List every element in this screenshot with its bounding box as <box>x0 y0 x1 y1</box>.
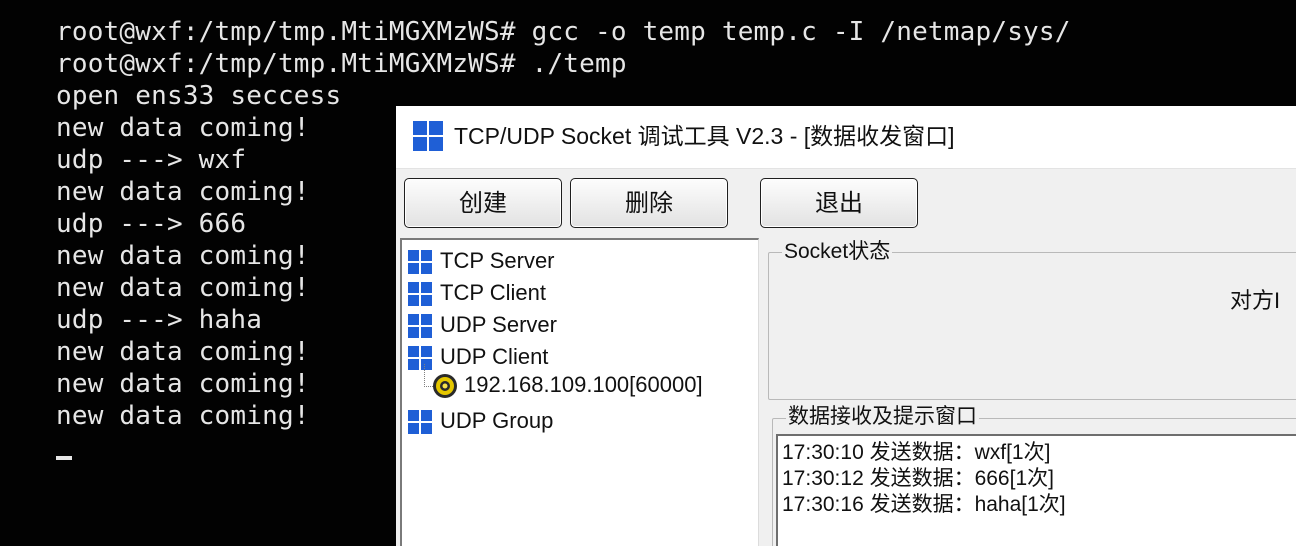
terminal-line: udp ---> wxf <box>56 145 247 175</box>
exit-button[interactable]: 退出 <box>760 178 918 228</box>
terminal-line: new data coming! <box>56 401 310 431</box>
log-line: 17:30:12 发送数据：666[1次] <box>782 467 1054 490</box>
tree-item-udp-server[interactable]: UDP Server <box>408 310 557 340</box>
terminal-line: root@wxf:/tmp/tmp.MtiMGXMzWS# ./temp <box>56 49 627 79</box>
socket-status-legend: Socket状态 <box>782 239 893 265</box>
terminal-line: new data coming! <box>56 113 310 143</box>
terminal-line: new data coming! <box>56 337 310 367</box>
delete-button[interactable]: 删除 <box>570 178 728 228</box>
tree-item-label: UDP Group <box>440 408 554 433</box>
socket-tool-window: TCP/UDP Socket 调试工具 V2.3 - [数据收发窗口] 创建 删… <box>396 106 1296 546</box>
receive-log[interactable]: 17:30:10 发送数据：wxf[1次] 17:30:12 发送数据：666[… <box>776 434 1296 546</box>
windows-grid-icon <box>413 121 443 151</box>
log-line: 17:30:16 发送数据：haha[1次] <box>782 493 1066 516</box>
terminal-line: new data coming! <box>56 241 310 271</box>
terminal-line: open ens33 seccess <box>56 81 342 111</box>
windows-grid-icon <box>408 410 432 435</box>
terminal-line: new data coming! <box>56 273 310 303</box>
tree-child-label: 192.168.109.100[60000] <box>464 372 703 397</box>
windows-grid-icon <box>408 314 432 339</box>
tree-item-udp-group[interactable]: UDP Group <box>408 406 553 436</box>
terminal-line: new data coming! <box>56 369 310 399</box>
receive-panel-legend: 数据接收及提示窗口 <box>786 404 979 430</box>
log-line: 17:30:10 发送数据：wxf[1次] <box>782 441 1051 464</box>
title-bar[interactable]: TCP/UDP Socket 调试工具 V2.3 - [数据收发窗口] <box>396 106 1296 169</box>
tree-item-label: UDP Client <box>440 344 549 369</box>
terminal-line: udp ---> haha <box>56 305 263 335</box>
terminal-cursor <box>56 456 72 460</box>
windows-grid-icon <box>408 282 432 307</box>
terminal-line: udp ---> 666 <box>56 209 247 239</box>
socket-status-panel <box>768 252 1296 400</box>
socket-tree[interactable]: TCP Server TCP Client UDP Server UDP Cli… <box>400 238 759 546</box>
tree-item-label: TCP Client <box>440 280 546 305</box>
tree-item-tcp-server[interactable]: TCP Server <box>408 246 555 276</box>
create-button[interactable]: 创建 <box>404 178 562 228</box>
connection-node-icon <box>433 374 457 399</box>
screen: root@wxf:/tmp/tmp.MtiMGXMzWS# gcc -o tem… <box>0 0 1296 546</box>
peer-ip-label: 对方I <box>1230 288 1281 313</box>
windows-grid-icon <box>408 250 432 275</box>
window-title: TCP/UDP Socket 调试工具 V2.3 - [数据收发窗口] <box>454 123 955 149</box>
tree-item-label: UDP Server <box>440 312 557 337</box>
tree-item-label: TCP Server <box>440 248 555 273</box>
tree-item-udp-connection[interactable]: 192.168.109.100[60000] <box>432 370 703 400</box>
tree-item-tcp-client[interactable]: TCP Client <box>408 278 546 308</box>
terminal-line: root@wxf:/tmp/tmp.MtiMGXMzWS# gcc -o tem… <box>56 17 1071 47</box>
terminal-line: new data coming! <box>56 177 310 207</box>
